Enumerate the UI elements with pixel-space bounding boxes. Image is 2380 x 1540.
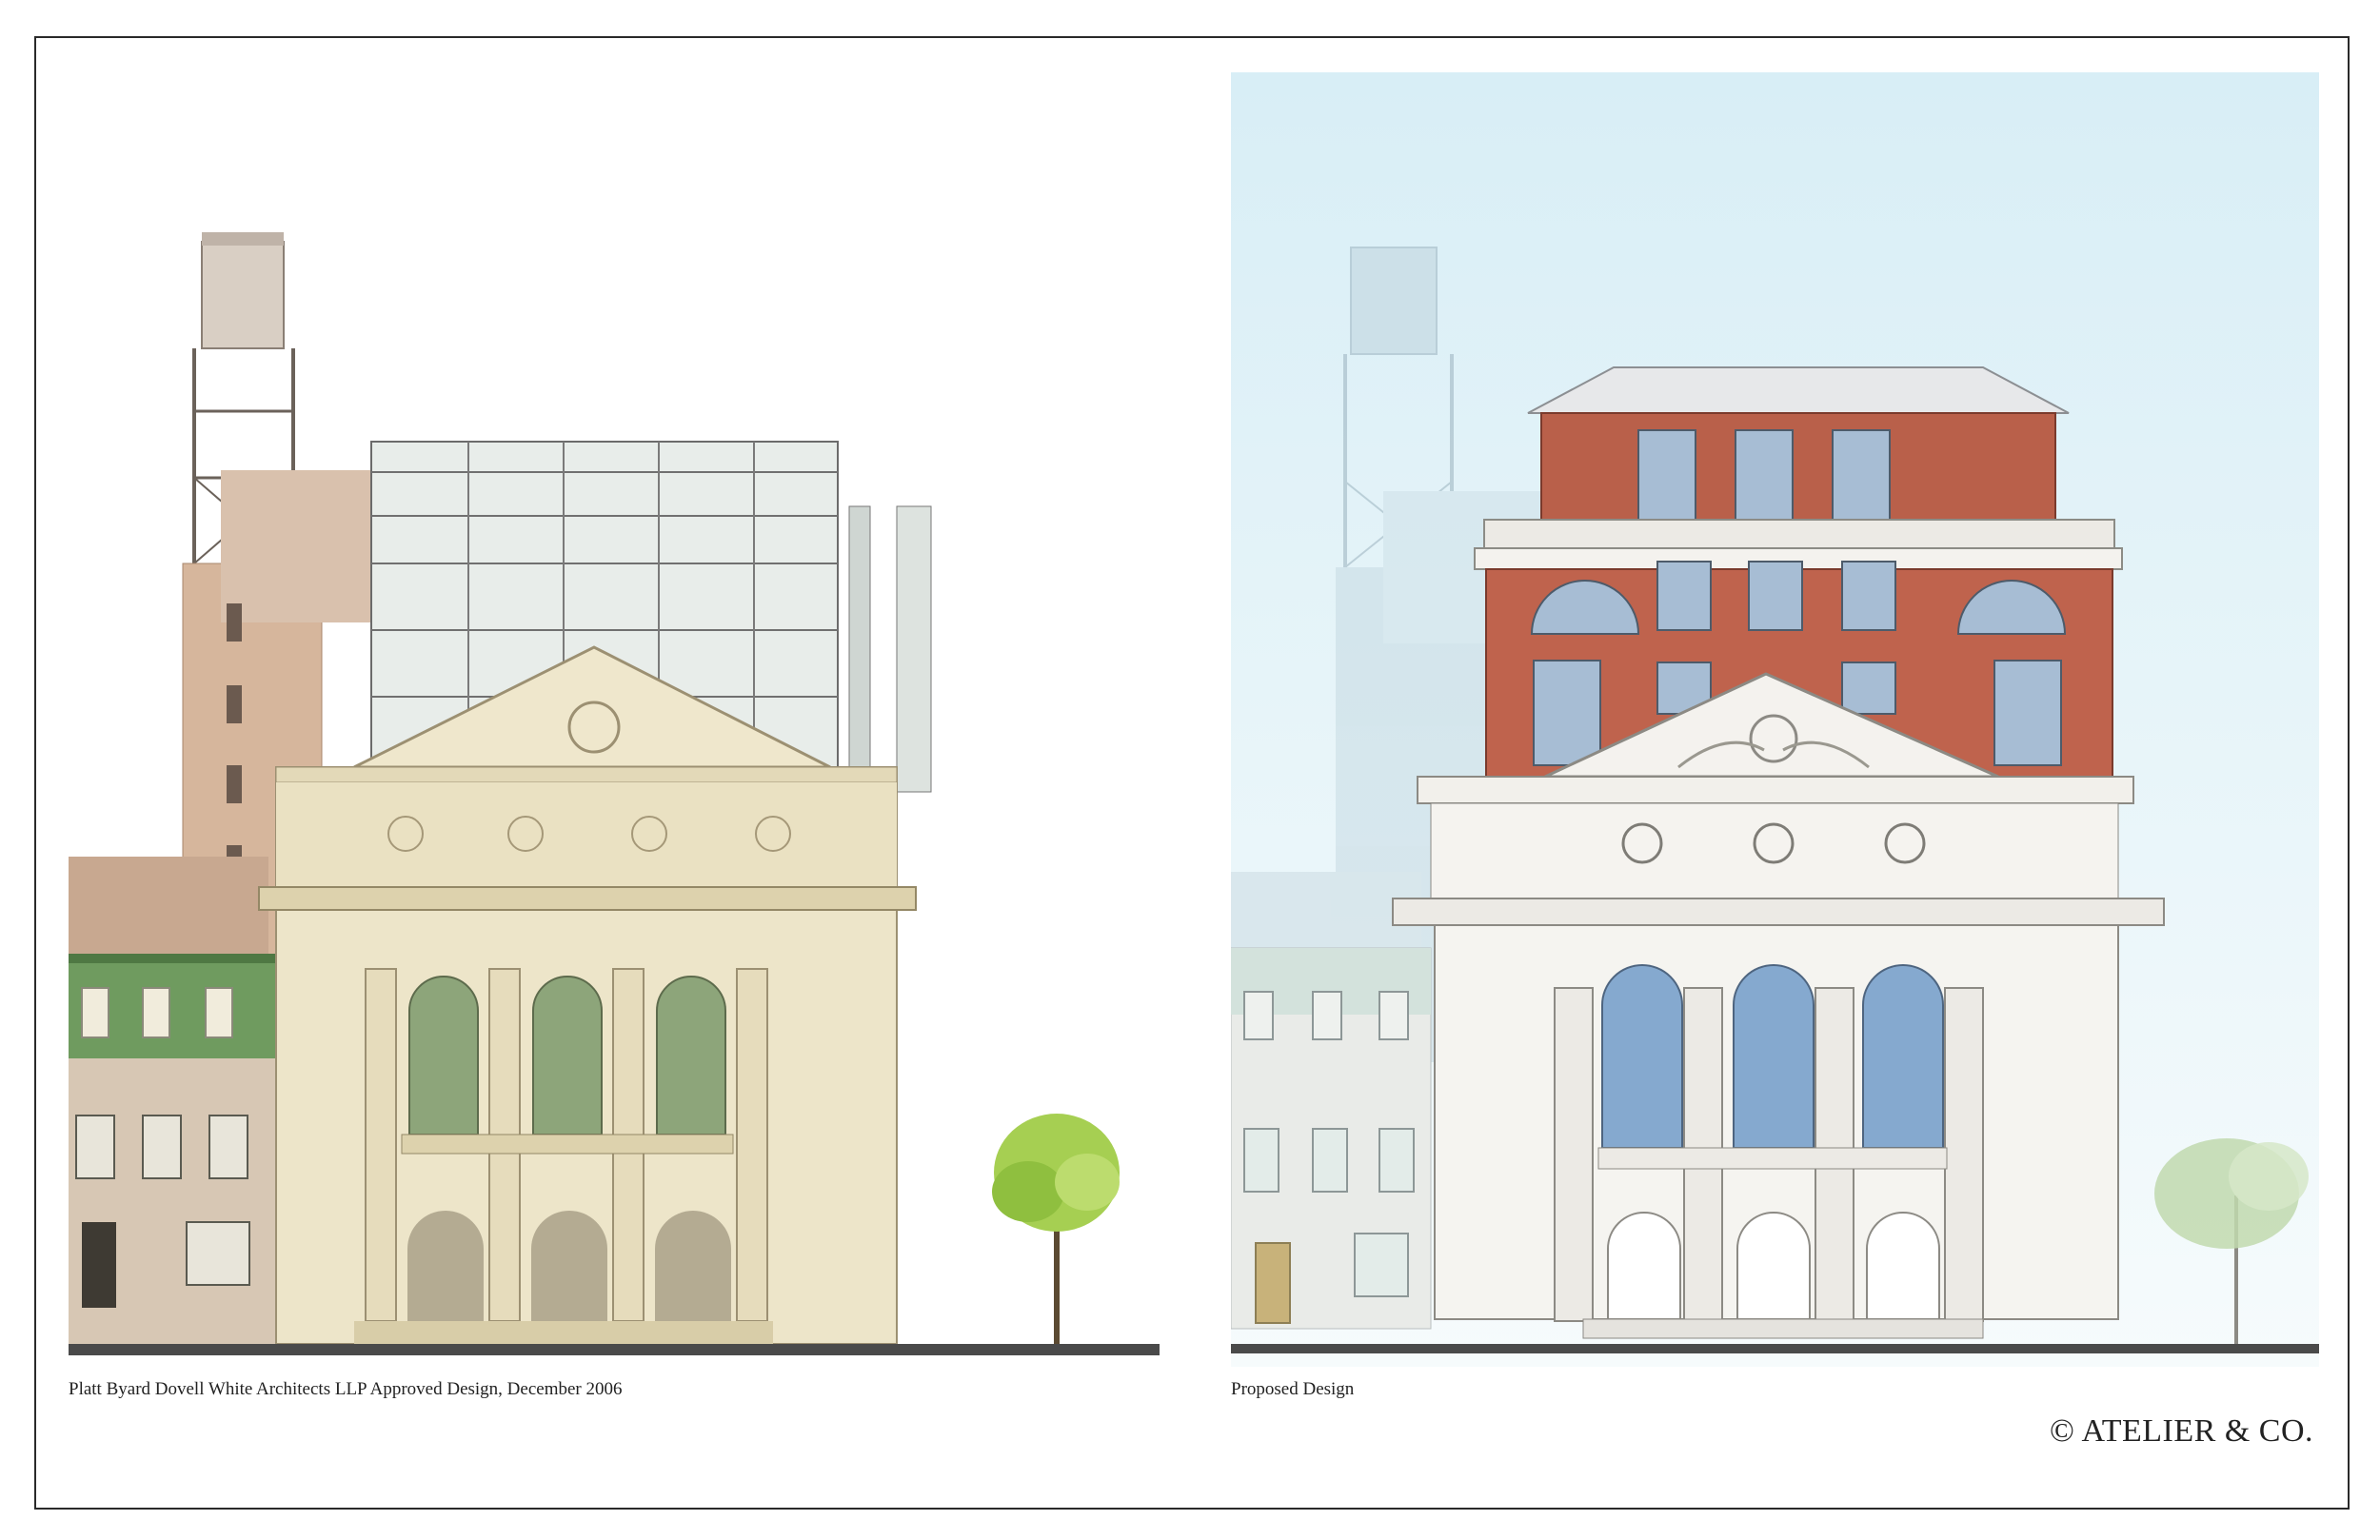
townhouse-right xyxy=(1231,947,1432,1330)
proposed-design-caption: Proposed Design xyxy=(1231,1379,1355,1399)
stage: Platt Byard Dovell White Architects LLP … xyxy=(0,0,2380,1540)
townhouse-left xyxy=(69,954,276,1353)
approved-design-panel xyxy=(69,221,1160,1374)
proposed-design-panel xyxy=(1231,72,2319,1376)
ground-line-left xyxy=(69,1344,1160,1355)
ground-line-right xyxy=(1231,1344,2319,1353)
proposed-design-elevation xyxy=(1231,72,2319,1367)
approved-design-elevation xyxy=(69,232,1160,1355)
approved-design-caption: Platt Byard Dovell White Architects LLP … xyxy=(69,1379,623,1399)
tree-left xyxy=(992,1114,1120,1344)
copyright-notice: © ATELIER & CO. xyxy=(2050,1413,2313,1449)
